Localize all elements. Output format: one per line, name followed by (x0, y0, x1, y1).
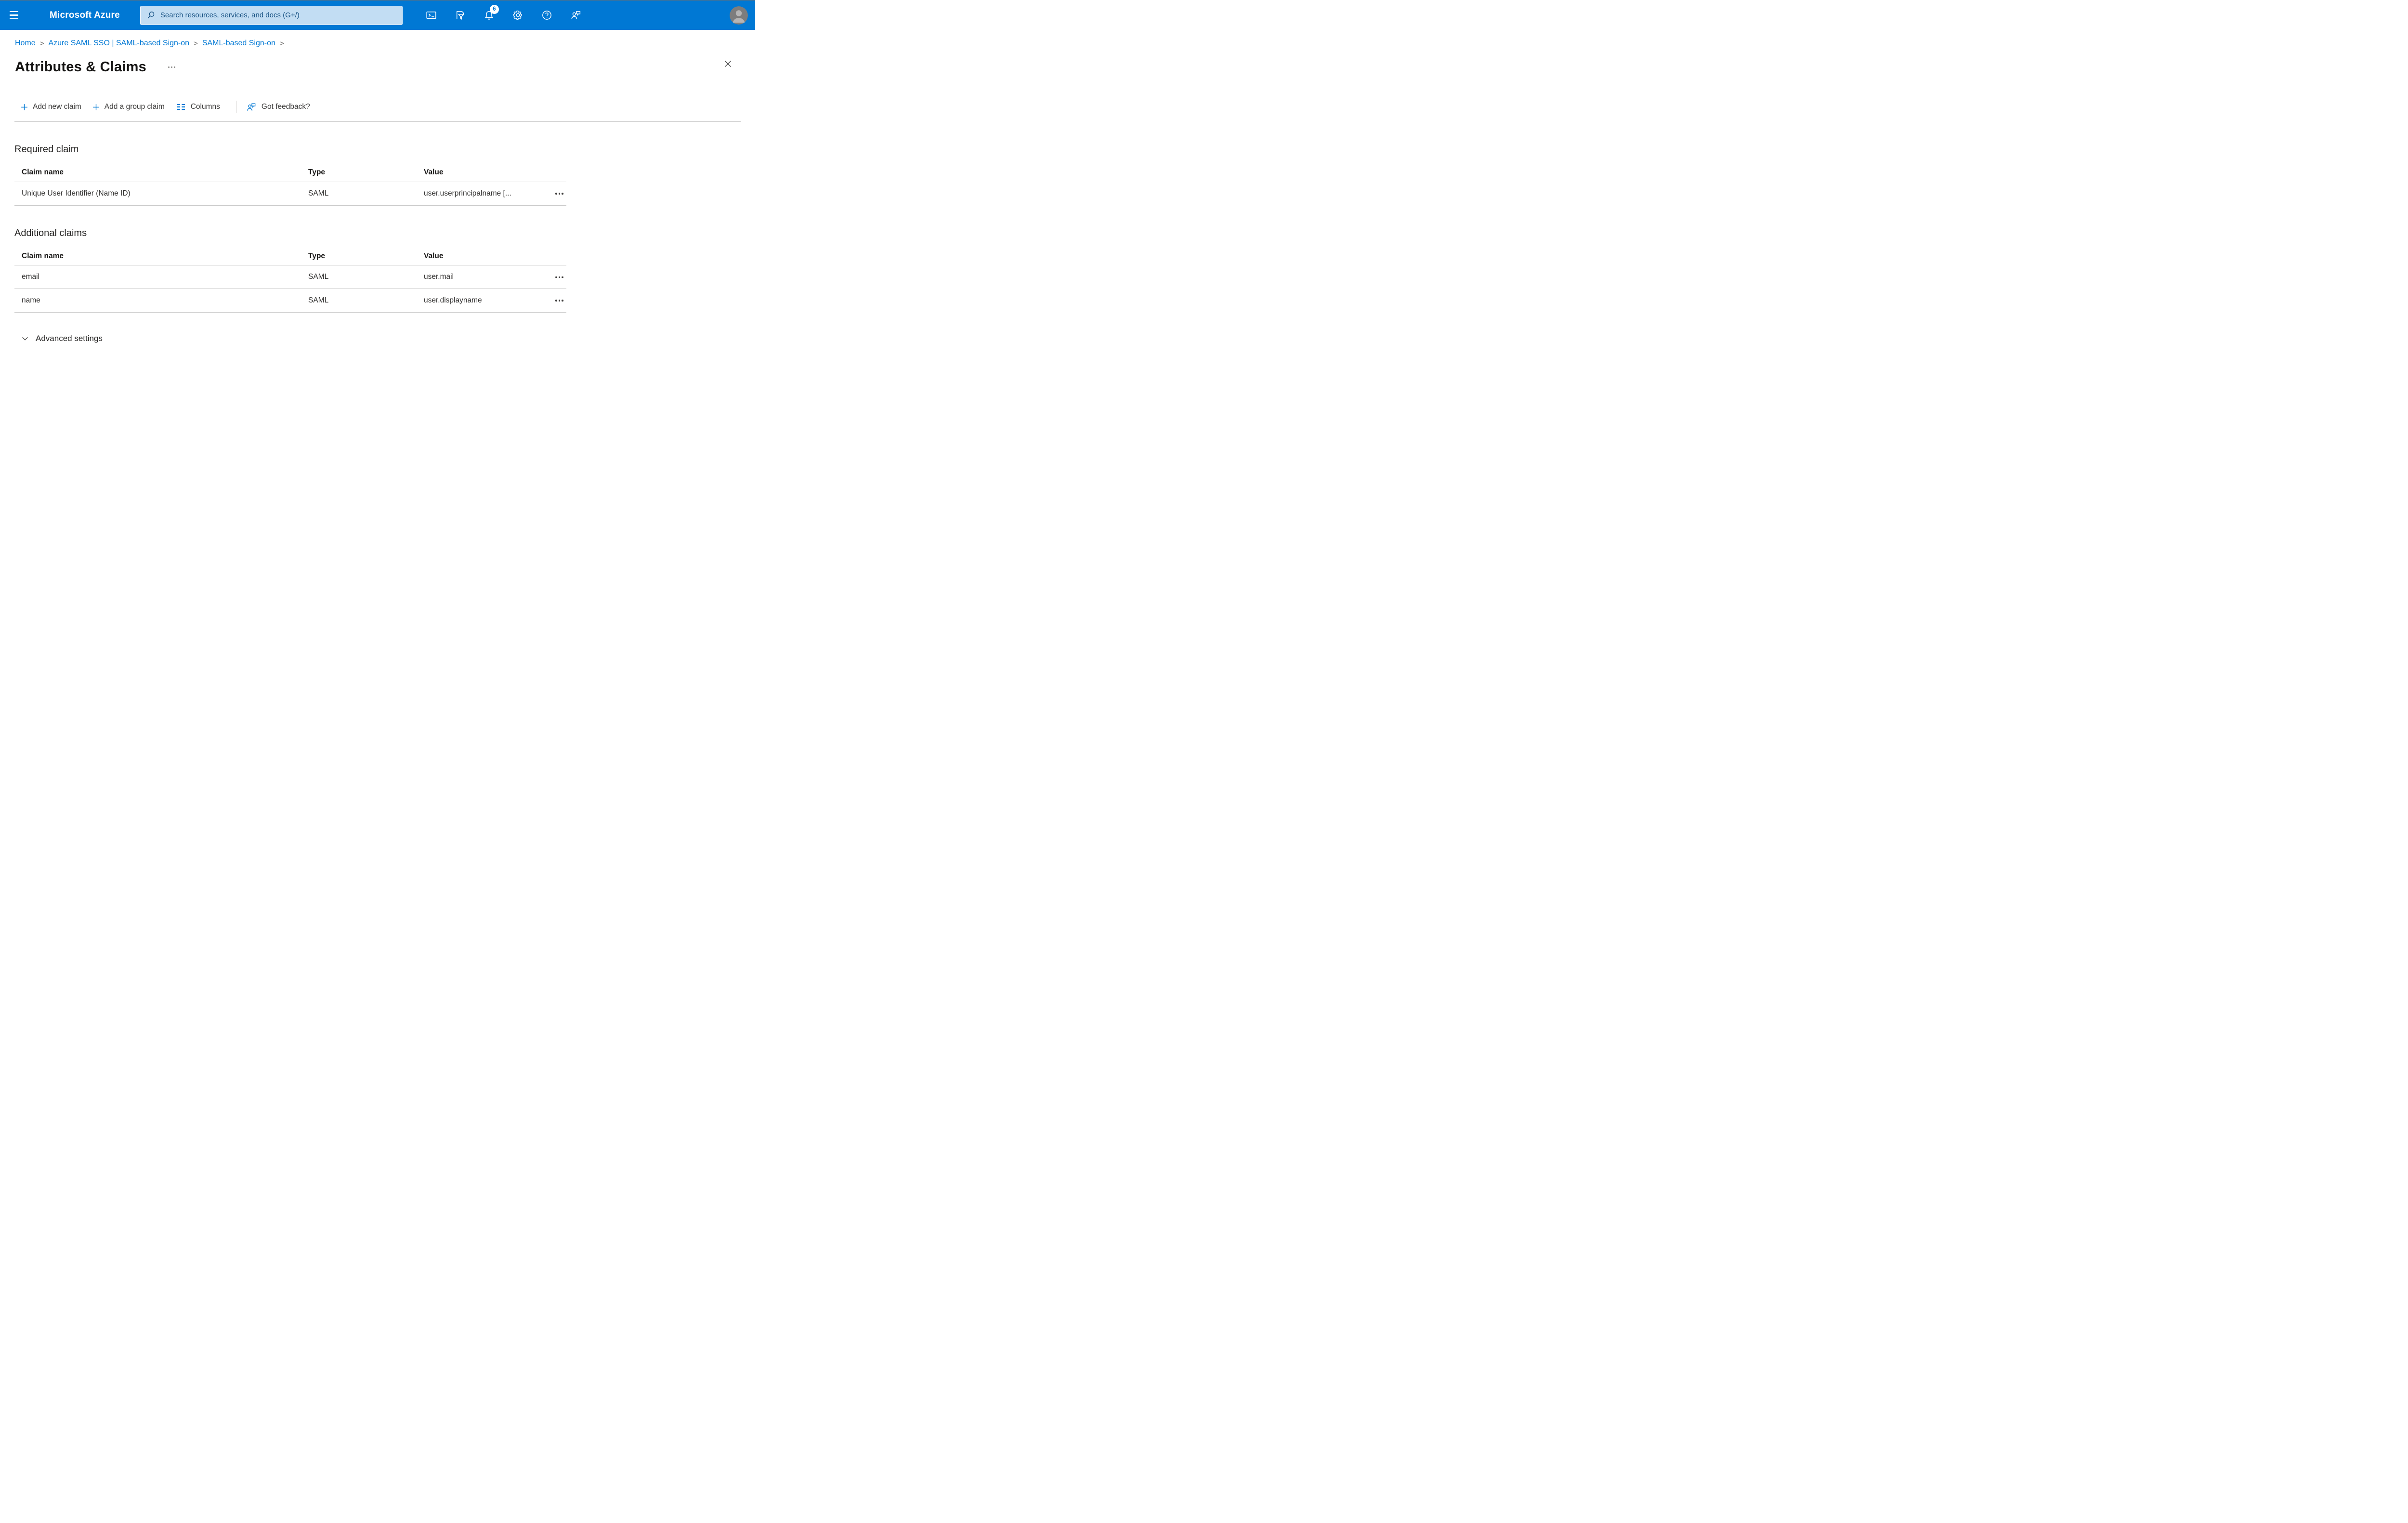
columns-button[interactable]: Columns (176, 103, 220, 112)
cell-claim-name: email (22, 273, 40, 281)
required-claim-heading: Required claim (14, 144, 79, 155)
filter-icon (457, 11, 465, 20)
avatar-icon (730, 6, 748, 25)
ellipsis-icon (555, 300, 557, 302)
got-feedback-label: Got feedback? (261, 103, 310, 111)
breadcrumb-sso[interactable]: SAML-based Sign-on (202, 39, 275, 48)
feedback-button[interactable] (562, 0, 590, 30)
cell-claim-name: name (22, 296, 40, 304)
row-context-menu-button[interactable] (552, 189, 566, 198)
additional-claims-section: Additional claims Claim name Type Value … (0, 228, 755, 313)
table-header-row: Claim name Type Value (14, 163, 566, 182)
add-new-claim-label: Add new claim (33, 103, 81, 111)
ellipsis-icon (168, 66, 170, 68)
topbar-icon-group: 6 (417, 0, 590, 30)
required-claim-table: Claim name Type Value Unique User Identi… (14, 163, 566, 206)
column-header-claim-name[interactable]: Claim name (14, 252, 308, 261)
avatar[interactable] (730, 6, 748, 25)
got-feedback-button[interactable]: Got feedback? (246, 102, 310, 113)
cloud-shell-icon (426, 12, 436, 19)
breadcrumb-app[interactable]: Azure SAML SSO | SAML-based Sign-on (48, 39, 189, 48)
required-claim-section: Required claim Claim name Type Value Uni… (0, 144, 755, 206)
chevron-down-icon (22, 337, 28, 341)
cell-type: SAML (308, 273, 329, 281)
ellipsis-icon (555, 276, 557, 278)
table-row[interactable]: Unique User Identifier (Name ID) SAML us… (14, 182, 566, 206)
cell-type: SAML (308, 189, 329, 197)
add-new-claim-button[interactable]: Add new claim (21, 103, 81, 111)
search-input[interactable] (160, 11, 396, 19)
breadcrumb-home[interactable]: Home (15, 39, 36, 48)
toolbar-rule (14, 121, 741, 122)
ellipsis-icon (555, 193, 557, 195)
cell-value: user.displayname (424, 296, 482, 304)
help-button[interactable] (533, 0, 562, 30)
cell-claim-name: Unique User Identifier (Name ID) (22, 189, 131, 197)
hamburger-menu-button[interactable] (0, 0, 28, 30)
plus-icon (92, 104, 99, 110)
more-options-button[interactable] (167, 64, 176, 71)
feedback-icon (571, 11, 581, 19)
page-title: Attributes & Claims (15, 59, 146, 75)
add-group-claim-label: Add a group claim (104, 103, 165, 111)
columns-icon (177, 104, 185, 110)
search-icon (147, 12, 155, 19)
additional-claims-heading: Additional claims (14, 227, 87, 238)
column-header-value[interactable]: Value (424, 168, 539, 177)
notifications-button[interactable]: 6 (475, 0, 504, 30)
subscription-filter-button[interactable] (446, 0, 475, 30)
additional-claims-table: Claim name Type Value email SAML user.ma… (14, 247, 566, 313)
got-feedback-icon (247, 103, 256, 111)
add-group-claim-button[interactable]: Add a group claim (92, 103, 165, 111)
cell-value: user.userprincipalname [... (424, 189, 511, 197)
column-header-value[interactable]: Value (424, 252, 539, 261)
table-row[interactable]: name SAML user.displayname (14, 289, 566, 313)
gear-icon (513, 10, 523, 20)
breadcrumb-separator: > (279, 39, 284, 48)
topbar: Microsoft Azure Search resources, servic… (0, 0, 755, 30)
cell-type: SAML (308, 296, 329, 304)
microsoft-azure-logo[interactable]: Microsoft Azure (50, 10, 120, 21)
hamburger-icon (10, 11, 18, 13)
close-button[interactable] (721, 57, 734, 70)
settings-button[interactable] (504, 0, 533, 30)
advanced-settings-toggle[interactable]: Advanced settings (21, 334, 103, 343)
title-row: Attributes & Claims (15, 57, 755, 77)
cell-value: user.mail (424, 273, 454, 281)
table-row[interactable]: email SAML user.mail (14, 266, 566, 289)
breadcrumb-separator: > (39, 39, 44, 48)
advanced-settings-label: Advanced settings (36, 333, 103, 343)
column-header-type[interactable]: Type (308, 252, 424, 261)
azure-portal-page: Microsoft Azure Search resources, servic… (0, 0, 755, 343)
column-header-type[interactable]: Type (308, 168, 424, 177)
breadcrumb-separator: > (194, 39, 198, 48)
breadcrumb: Home > Azure SAML SSO | SAML-based Sign-… (15, 39, 755, 48)
global-search-box[interactable] (140, 5, 403, 25)
notification-badge: 6 (489, 4, 499, 14)
column-header-claim-name[interactable]: Claim name (14, 168, 308, 177)
columns-label: Columns (190, 103, 220, 111)
row-context-menu-button[interactable] (552, 296, 566, 305)
help-icon (542, 11, 552, 20)
plus-icon (21, 104, 27, 110)
command-bar: Add new claim Add a group claim Columns … (21, 101, 755, 113)
cloud-shell-button[interactable] (417, 0, 446, 30)
row-context-menu-button[interactable] (552, 273, 566, 282)
table-header-row: Claim name Type Value (14, 247, 566, 266)
close-icon (724, 60, 731, 67)
